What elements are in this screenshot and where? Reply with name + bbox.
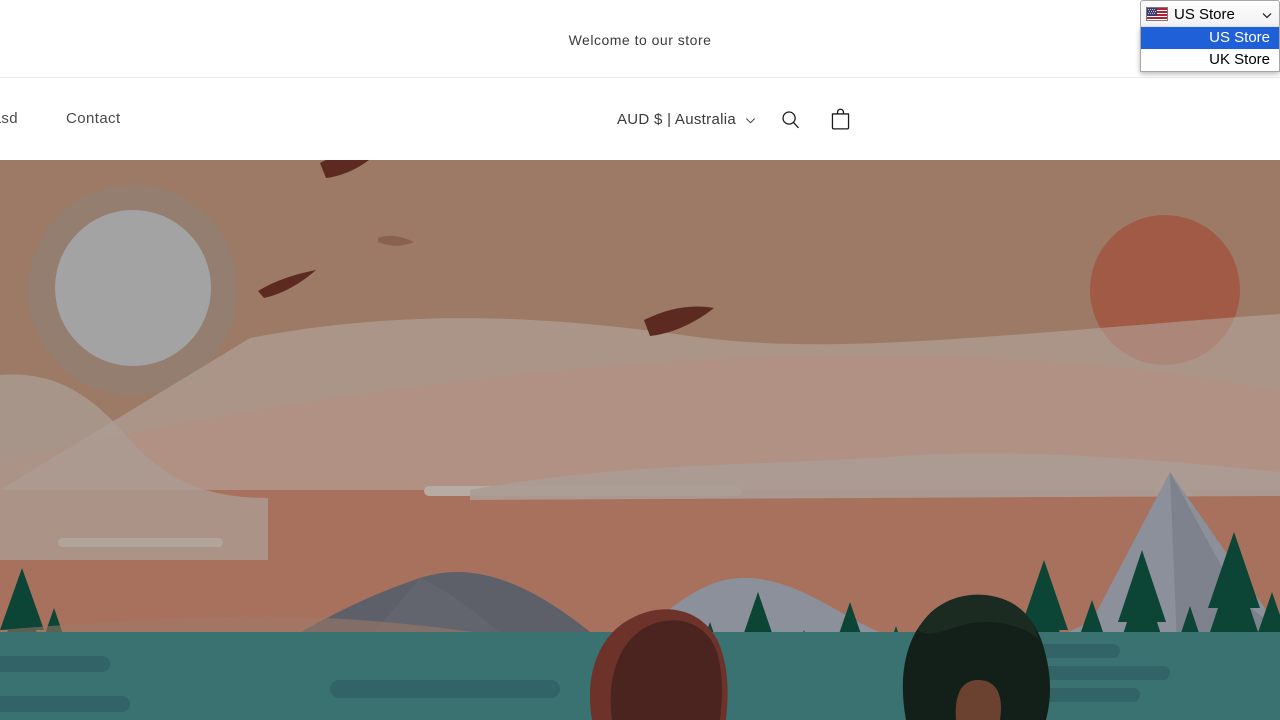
hero-illustration (0, 160, 1280, 720)
main-navigation: sdasd Contact (0, 78, 145, 160)
chevron-down-icon (1261, 8, 1273, 20)
search-button[interactable] (768, 97, 812, 141)
currency-selector[interactable]: AUD $ | Australia (611, 103, 762, 136)
hero-illustration-svg (0, 160, 1280, 720)
currency-selector-label: AUD $ | Australia (616, 110, 736, 128)
announcement-text: Welcome to our store (568, 31, 712, 48)
nav-link-sdasd[interactable]: sdasd (0, 78, 42, 160)
shopping-bag-icon (829, 107, 852, 132)
announcement-bar: Welcome to our store (0, 0, 1280, 78)
page-root: Welcome to our store sdasd Contact AUD $… (0, 0, 1280, 720)
search-icon (779, 108, 802, 131)
store-switcher[interactable]: US Store US Store UK Store (1140, 0, 1280, 72)
header-actions: AUD $ | Australia (611, 78, 862, 160)
store-option-uk[interactable]: UK Store (1141, 49, 1279, 71)
store-switcher-select[interactable]: US Store (1140, 0, 1280, 28)
us-flag-icon (1146, 7, 1168, 21)
chevron-down-icon (745, 113, 756, 124)
store-switcher-value: US Store (1174, 5, 1235, 23)
store-option-us[interactable]: US Store (1141, 27, 1279, 49)
cart-button[interactable] (818, 97, 862, 141)
store-switcher-options[interactable]: US Store UK Store (1140, 27, 1280, 72)
nav-link-contact[interactable]: Contact (42, 78, 145, 160)
site-header: sdasd Contact AUD $ | Australia (0, 78, 1280, 160)
